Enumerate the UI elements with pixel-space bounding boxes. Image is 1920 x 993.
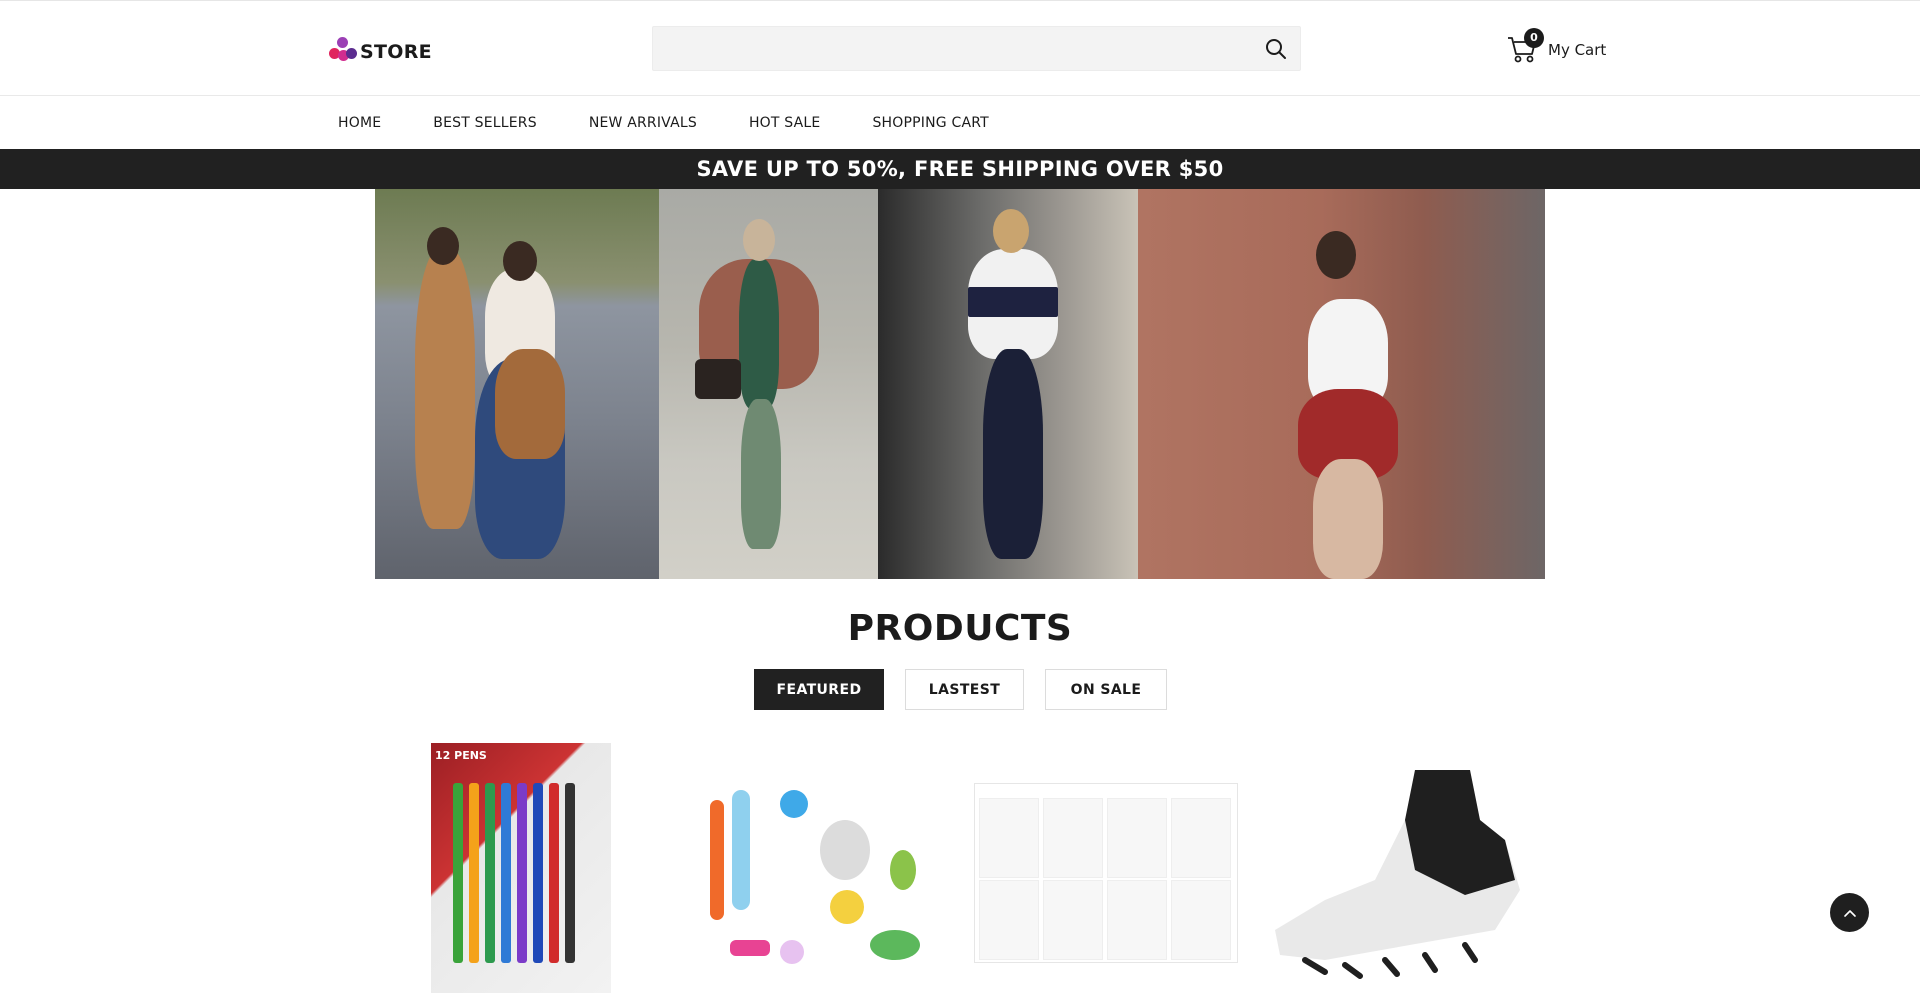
- tab-lastest[interactable]: LASTEST: [905, 669, 1024, 710]
- logo-icon: [329, 37, 357, 63]
- logo-text: STORE: [360, 41, 432, 63]
- back-to-top-button[interactable]: [1830, 893, 1869, 932]
- tab-on-sale[interactable]: ON SALE: [1045, 669, 1167, 710]
- cart-count-badge: 0: [1524, 28, 1544, 48]
- my-cart-link[interactable]: 0 My Cart: [1506, 28, 1607, 64]
- tab-featured[interactable]: FEATURED: [754, 669, 884, 710]
- cart-icon-wrap: 0: [1506, 28, 1544, 64]
- search-icon: [1266, 39, 1286, 59]
- nav-item-shopping-cart[interactable]: SHOPPING CART: [872, 115, 988, 131]
- store-logo[interactable]: STORE: [329, 37, 432, 63]
- search-input[interactable]: [653, 27, 1243, 70]
- product-tabs: FEATURED LASTEST ON SALE: [754, 669, 1167, 710]
- banner-photo-1: [375, 189, 659, 579]
- cart-label: My Cart: [1548, 41, 1607, 59]
- product-card-pens[interactable]: 12 PENS: [431, 743, 611, 993]
- main-nav: HOME BEST SELLERS NEW ARRIVALS HOT SALE …: [0, 97, 1920, 149]
- nav-item-home[interactable]: HOME: [338, 115, 381, 131]
- product-card-cleats[interactable]: [1265, 760, 1535, 985]
- nav-item-hot-sale[interactable]: HOT SALE: [749, 115, 821, 131]
- banner-photo-4: [1138, 189, 1545, 579]
- search-box: [652, 26, 1301, 71]
- product-card-fitness-screen[interactable]: [974, 783, 1238, 963]
- nav-item-best-sellers[interactable]: BEST SELLERS: [433, 115, 537, 131]
- banner-photo-2: [659, 189, 878, 579]
- products-heading: PRODUCTS: [847, 608, 1073, 649]
- product-card-cat-toys[interactable]: [700, 780, 930, 964]
- site-header: STORE 0 My Cart: [0, 1, 1920, 96]
- search-button[interactable]: [1264, 37, 1288, 61]
- banner-photo-3: [878, 189, 1138, 579]
- product-pens-label: 12 PENS: [435, 749, 487, 762]
- chevron-up-icon: [1843, 909, 1856, 917]
- promo-bar: SAVE UP TO 50%, FREE SHIPPING OVER $50: [0, 149, 1920, 189]
- hero-banner[interactable]: [375, 189, 1545, 579]
- nav-item-new-arrivals[interactable]: NEW ARRIVALS: [589, 115, 697, 131]
